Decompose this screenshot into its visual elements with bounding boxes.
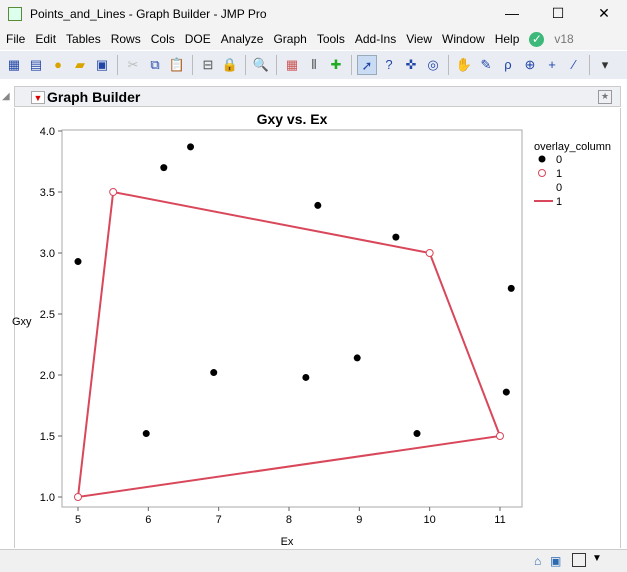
separator (448, 55, 449, 75)
menu-help[interactable]: Help (495, 32, 520, 46)
table-icon[interactable]: ▦ (282, 55, 302, 75)
save-icon[interactable]: ▣ (92, 55, 112, 75)
lasso-select-icon[interactable]: ρ (498, 55, 518, 75)
new-data-table-icon[interactable]: ▦ (4, 55, 24, 75)
paste-icon[interactable]: 📋 (167, 55, 187, 75)
disclosure-icon[interactable]: ◢ (2, 91, 10, 102)
menu-rows[interactable]: Rows (111, 32, 141, 46)
crosshair-tool-icon[interactable]: ✜ (401, 55, 421, 75)
menu-view[interactable]: View (406, 32, 432, 46)
add-graph-icon[interactable]: ✚ (326, 55, 346, 75)
lasso-tool-icon[interactable]: ◎ (423, 55, 443, 75)
help-tool-icon[interactable]: ? (379, 55, 399, 75)
menu-tools[interactable]: Tools (317, 32, 345, 46)
hand-tool-icon[interactable]: ✋ (454, 55, 474, 75)
outline-header: ◢ ▼ Graph Builder ★ (0, 86, 627, 108)
close-button[interactable]: ✕ (581, 0, 627, 28)
separator (117, 55, 118, 75)
python-icon[interactable]: ● (48, 55, 68, 75)
menu-add-ins[interactable]: Add-Ins (355, 32, 396, 46)
title-bar: Points_and_Lines - Graph Builder - JMP P… (0, 0, 627, 28)
dropdown-icon[interactable]: ▼ (592, 553, 602, 564)
menu-graph[interactable]: Graph (273, 32, 306, 46)
separator (351, 55, 352, 75)
window-title: Points_and_Lines - Graph Builder - JMP P… (30, 7, 267, 21)
menu-edit[interactable]: Edit (35, 32, 56, 46)
maximize-button[interactable]: ☐ (535, 0, 581, 28)
status-bar: ⌂ ▣ ▼ (0, 549, 627, 572)
brush-tool-icon[interactable]: ✎ (476, 55, 496, 75)
plus-tool-icon[interactable]: + (542, 55, 562, 75)
copy-icon[interactable]: ⧉ (145, 55, 165, 75)
pin-icon[interactable]: ★ (598, 90, 612, 104)
menu-file[interactable]: File (6, 32, 25, 46)
app-icon (8, 7, 22, 21)
toolbar: ▦ ▤ ● ▰ ▣ ✂ ⧉ 📋 ⊟ 🔒 🔍 ▦ ⫴ ✚ ➚ ? ✜ ◎ ✋ ✎ … (0, 51, 627, 79)
minimize-button[interactable]: — (489, 0, 535, 28)
menu-analyze[interactable]: Analyze (221, 32, 264, 46)
search-icon[interactable]: 🔍 (251, 55, 271, 75)
checkbox-icon[interactable] (572, 553, 586, 567)
toolbar-overflow-icon[interactable]: ▾ (595, 55, 615, 75)
new-script-icon[interactable]: ▤ (26, 55, 46, 75)
outline-bar: ▼ Graph Builder ★ (14, 86, 621, 107)
red-triangle-menu-icon[interactable]: ▼ (31, 91, 45, 104)
journal-icon[interactable]: ⊟ (198, 55, 218, 75)
menu-cols[interactable]: Cols (151, 32, 175, 46)
separator (276, 55, 277, 75)
cut-icon[interactable]: ✂ (123, 55, 143, 75)
separator (192, 55, 193, 75)
open-icon[interactable]: ▰ (70, 55, 90, 75)
graph-panel (14, 108, 621, 548)
status-check-icon: ✓ (529, 31, 545, 47)
separator (589, 55, 590, 75)
window-list-icon[interactable]: ▣ (550, 554, 561, 568)
menu-window[interactable]: Window (442, 32, 485, 46)
outline-title: Graph Builder (47, 89, 141, 105)
menu-bar: File Edit Tables Rows Cols DOE Analyze G… (0, 28, 627, 50)
arrow-tool-icon[interactable]: ➚ (357, 55, 377, 75)
menu-tables[interactable]: Tables (66, 32, 101, 46)
zoom-tool-icon[interactable]: ⊕ (520, 55, 540, 75)
lock-icon[interactable]: 🔒 (220, 55, 240, 75)
version-label: v18 (554, 32, 574, 46)
menu-doe[interactable]: DOE (185, 32, 211, 46)
columns-icon[interactable]: ⫴ (304, 55, 324, 75)
line-tool-icon[interactable]: ⁄ (564, 55, 584, 75)
home-icon[interactable]: ⌂ (534, 554, 541, 568)
separator (245, 55, 246, 75)
